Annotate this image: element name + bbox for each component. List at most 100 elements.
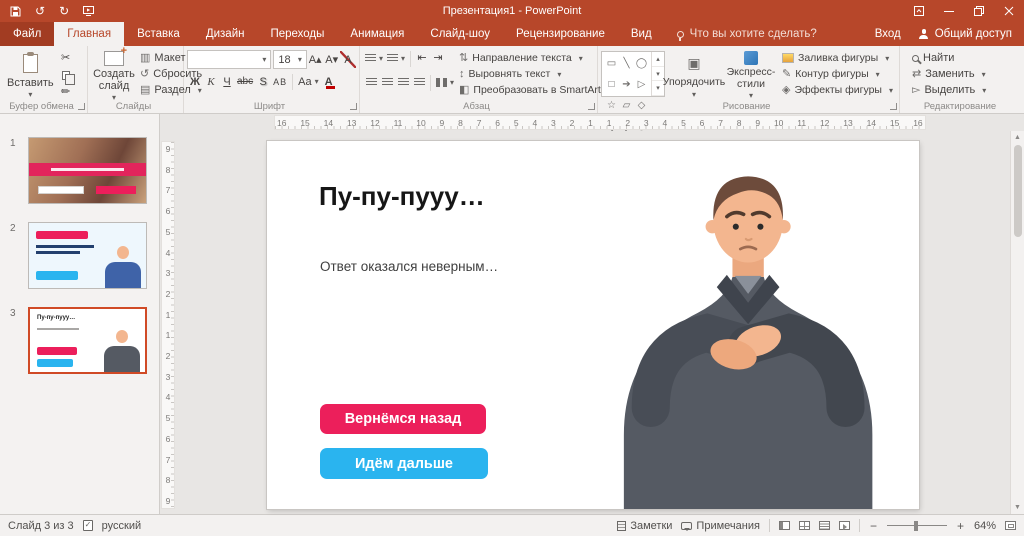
slide-thumbnail-1[interactable] [28,137,147,204]
scroll-up-arrow[interactable]: ▲ [1014,132,1021,143]
quick-styles-button[interactable]: Экспресс-стили [723,49,779,100]
zoom-slider[interactable] [886,520,947,531]
format-painter-button[interactable]: ✏ [58,85,74,100]
text-shadow-button[interactable]: S [255,73,271,90]
clear-formatting-button[interactable]: А [340,51,356,68]
language-indicator[interactable]: русский [102,520,141,532]
shape-fill-button[interactable]: Заливка фигуры [779,51,896,65]
convert-smartart-button[interactable]: ◧ Преобразовать в SmartArt [456,83,615,97]
change-case-button[interactable]: Aa [296,73,320,90]
bold-button[interactable]: Ж [187,73,203,90]
tab-home[interactable]: Главная [54,22,125,46]
start-slideshow-icon[interactable] [83,6,95,16]
ribbon-group-clipboard: Вставить ✂ ✏ Буфер обмена [0,46,88,113]
zoom-slider-thumb[interactable] [913,520,918,531]
paste-button[interactable]: Вставить [3,49,58,100]
tab-insert[interactable]: Вставка [124,22,193,46]
ribbon-display-options-button[interactable] [904,0,934,22]
arrange-button[interactable]: ▣ Упорядочить [663,49,725,100]
tellme-box[interactable]: Что вы хотите сделать? [665,22,829,46]
comments-toggle-button[interactable]: Примечания [681,520,760,532]
save-icon[interactable] [10,6,21,17]
back-button-shape[interactable]: Вернёмся назад [320,404,486,434]
normal-view-button[interactable] [778,521,790,530]
zoom-in-button[interactable]: + [956,519,965,533]
shapes-gallery-up-button[interactable]: ▴ [652,52,664,67]
slide-sorter-view-button[interactable] [798,521,810,530]
tab-design[interactable]: Дизайн [193,22,258,46]
slide-canvas[interactable]: Пу-пу-пууу… Ответ оказался неверным… Вер… [267,141,919,509]
vertical-ruler[interactable]: 987654321123456789 [161,141,175,509]
bullets-button[interactable] [363,50,385,67]
tellme-bulb-icon [676,30,684,41]
tab-file[interactable]: Файл [0,22,55,46]
thumbnail-item-2: 2 [0,222,159,289]
cut-button[interactable]: ✂ [58,51,74,66]
fit-slide-to-window-button[interactable] [1005,521,1016,530]
horizontal-ruler[interactable]: 16 15 14 13 12 11 10 9 8 7 6 5 4 3 2 1 1 2 3 4 5 6 7 8 9 10 11 12 13… [274,115,926,130]
tab-review[interactable]: Рецензирование [503,22,618,46]
select-button[interactable]: ▻ Выделить [909,83,1021,97]
repeat-icon[interactable]: ↻ [59,5,69,17]
slide-body-text[interactable]: Ответ оказался неверным… [320,259,498,274]
window-controls [904,0,1024,22]
reading-view-button[interactable] [818,521,830,530]
scrollbar-thumb[interactable] [1013,145,1022,237]
italic-button[interactable]: К [203,73,219,90]
align-text-button[interactable]: ↕ Выровнять текст [456,67,615,81]
justify-button[interactable] [411,74,427,91]
vertical-scrollbar[interactable]: ▲ ▼ [1010,131,1024,514]
zoom-percentage[interactable]: 64% [974,520,996,532]
columns-button[interactable] [434,74,456,91]
slideshow-view-button[interactable] [838,521,850,530]
zoom-out-button[interactable]: − [869,519,878,533]
character-spacing-button[interactable]: АВ [271,73,289,90]
sign-in-link[interactable]: Вход [875,28,901,40]
scroll-down-arrow[interactable]: ▼ [1014,502,1021,513]
tab-transitions[interactable]: Переходы [257,22,337,46]
next-button-shape[interactable]: Идём дальше [320,448,488,479]
underline-button[interactable]: Ч [219,73,235,90]
slide-thumbnail-2[interactable] [28,222,147,289]
tab-view[interactable]: Вид [618,22,665,46]
drawing-dialog-launcher[interactable] [890,103,897,110]
decrease-indent-button[interactable]: ⇤ [414,50,430,67]
strikethrough-button[interactable]: abc [235,73,255,90]
shape-outline-button[interactable]: ✎ Контур фигуры [779,67,896,81]
align-right-button[interactable] [395,74,411,91]
replace-button[interactable]: ⇄ Заменить [909,67,1021,81]
clipboard-dialog-launcher[interactable] [78,103,85,110]
comments-icon [681,521,693,531]
slide-thumbnail-3-selected[interactable]: Пу-пу-пууу… [28,307,147,374]
font-name-combo[interactable] [187,50,272,69]
minimize-button[interactable] [934,0,964,22]
copy-button[interactable] [58,68,75,85]
align-center-button[interactable] [379,74,395,91]
share-button[interactable]: Общий доступ [919,28,1012,40]
numbering-button[interactable] [385,50,407,67]
close-button[interactable] [994,0,1024,22]
man-illustration[interactable] [601,164,893,509]
restore-button[interactable] [964,0,994,22]
slide-title-text[interactable]: Пу-пу-пууу… [319,181,485,212]
align-left-button[interactable] [363,74,379,91]
new-slide-button[interactable]: Создать слайд [91,45,137,100]
find-button[interactable]: Найти [909,51,1021,65]
shrink-font-button[interactable]: А▾ [323,51,340,68]
notes-toggle-button[interactable]: Заметки [617,520,672,532]
font-color-button[interactable]: А [321,73,337,90]
grow-font-button[interactable]: А▴ [307,51,324,68]
slide-canvas-area[interactable]: Пу-пу-пууу… Ответ оказался неверным… Вер… [176,131,1010,514]
main-area: 1 2 3 Пу-пу-пууу… 16 15 14 13 12 11 10 9… [0,114,1024,514]
undo-icon[interactable]: ↺ [35,5,45,17]
text-direction-button[interactable]: ⇅ Направление текста [456,51,615,65]
shapes-gallery[interactable]: ▭╲◯□➔▷☆▱◇{}◡ ▴ ▾ ▾ [601,51,665,132]
tab-slideshow[interactable]: Слайд-шоу [417,22,503,46]
tab-animation[interactable]: Анимация [337,22,417,46]
font-dialog-launcher[interactable] [350,103,357,110]
spellcheck-icon[interactable] [82,520,93,531]
paragraph-dialog-launcher[interactable] [588,103,595,110]
shape-effects-button[interactable]: ◈ Эффекты фигуры [779,83,896,97]
font-size-combo[interactable]: 18 [273,50,307,69]
increase-indent-button[interactable]: ⇥ [430,50,446,67]
